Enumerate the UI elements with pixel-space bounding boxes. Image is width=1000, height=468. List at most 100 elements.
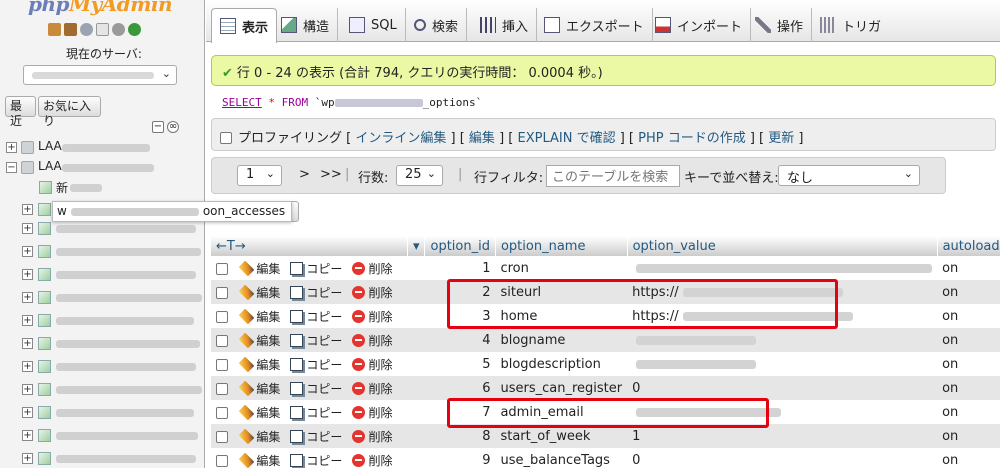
row-checkbox[interactable] xyxy=(216,406,228,419)
column-header-option_value[interactable]: option_value xyxy=(627,236,938,256)
server-select[interactable]: ⌄ xyxy=(23,65,177,85)
copy-row-button[interactable]: コピー xyxy=(290,261,342,276)
edit-row-button[interactable]: 編集 xyxy=(239,284,280,300)
inline-edit-link[interactable]: インライン編集 xyxy=(355,131,446,146)
cell-autoload[interactable]: on xyxy=(937,448,1000,468)
rows-per-page-select[interactable]: 25 ⌄ xyxy=(396,165,443,186)
cell-autoload[interactable]: on xyxy=(937,376,1000,400)
column-header-option_id[interactable]: option_id xyxy=(424,236,496,256)
help-icon[interactable] xyxy=(80,23,93,36)
tab-operations[interactable]: 操作 xyxy=(747,8,813,42)
tree-item-table[interactable]: + xyxy=(0,312,204,332)
delete-row-button[interactable]: 削除 xyxy=(352,261,392,276)
row-checkbox[interactable] xyxy=(216,382,228,395)
copy-row-button[interactable]: コピー xyxy=(290,309,342,324)
cell-autoload[interactable]: on xyxy=(937,304,1000,328)
logout-icon[interactable] xyxy=(64,23,77,36)
copy-row-button[interactable]: コピー xyxy=(290,381,342,396)
tree-item-table[interactable]: + xyxy=(0,243,204,263)
tree-item-db[interactable]: − LAA xyxy=(0,159,204,179)
tree-item-table[interactable]: + xyxy=(0,335,204,355)
docs-icon[interactable] xyxy=(96,23,109,36)
edit-row-button[interactable]: 編集 xyxy=(239,356,280,372)
copy-row-button[interactable]: コピー xyxy=(290,357,342,372)
row-checkbox[interactable] xyxy=(216,310,228,323)
column-header-autoload[interactable]: autoload xyxy=(937,236,1000,256)
expand-icon[interactable]: + xyxy=(22,269,33,280)
tab-sql[interactable]: SQL xyxy=(341,8,406,42)
expand-icon[interactable]: + xyxy=(22,315,33,326)
column-toggle-arrows[interactable]: ←T→ xyxy=(211,236,408,256)
delete-row-button[interactable]: 削除 xyxy=(352,453,392,468)
cell-autoload[interactable]: on xyxy=(937,400,1000,424)
reload-icon[interactable] xyxy=(128,23,141,36)
expand-icon[interactable]: + xyxy=(22,453,33,464)
tab-structure[interactable]: 構造 xyxy=(273,8,339,42)
home-icon[interactable] xyxy=(48,23,61,36)
edit-row-button[interactable]: 編集 xyxy=(239,380,280,396)
favorite-tables-button[interactable]: お気に入り xyxy=(38,96,101,128)
expand-icon[interactable]: + xyxy=(22,361,33,372)
next-page-button[interactable]: > xyxy=(299,167,310,182)
copy-row-button[interactable]: コピー xyxy=(290,405,342,420)
profiling-checkbox[interactable] xyxy=(220,132,232,144)
tab-browse[interactable]: 表示 xyxy=(211,8,278,43)
row-checkbox[interactable] xyxy=(216,334,228,347)
expand-icon[interactable]: + xyxy=(22,204,33,215)
cell-option_value[interactable]: 0 xyxy=(627,376,938,400)
expand-icon[interactable]: + xyxy=(22,407,33,418)
expand-icon[interactable]: + xyxy=(22,223,33,234)
page-select[interactable]: 1 ⌄ xyxy=(237,165,282,186)
tree-item-table[interactable]: + xyxy=(0,289,204,309)
tab-export[interactable]: エクスポート xyxy=(536,8,653,42)
delete-row-button[interactable]: 削除 xyxy=(352,405,392,420)
edit-row-button[interactable]: 編集 xyxy=(239,428,280,444)
cell-autoload[interactable]: on xyxy=(937,352,1000,376)
tree-item-table[interactable]: + xyxy=(0,381,204,401)
sort-by-key-select[interactable]: なし ⌄ xyxy=(778,165,920,186)
expand-icon[interactable]: + xyxy=(6,142,17,153)
row-checkbox[interactable] xyxy=(216,286,228,299)
cell-option_id[interactable]: 5 xyxy=(424,352,496,376)
delete-row-button[interactable]: 削除 xyxy=(352,285,392,300)
expand-icon[interactable]: + xyxy=(22,338,33,349)
refresh-link[interactable]: 更新 xyxy=(768,131,794,146)
expand-icon[interactable]: + xyxy=(22,430,33,441)
tree-item-table[interactable]: + xyxy=(0,358,204,378)
row-checkbox[interactable] xyxy=(216,262,228,275)
cell-autoload[interactable]: on xyxy=(937,424,1000,448)
tree-item-table[interactable]: + xyxy=(0,450,204,468)
create-php-code-link[interactable]: PHP コードの作成 xyxy=(638,131,746,146)
delete-row-button[interactable]: 削除 xyxy=(352,309,392,324)
row-checkbox[interactable] xyxy=(216,358,228,371)
collapse-all-icon[interactable]: − xyxy=(152,121,164,133)
edit-row-button[interactable]: 編集 xyxy=(239,404,280,420)
edit-row-button[interactable]: 編集 xyxy=(239,308,280,324)
edit-query-link[interactable]: 編集 xyxy=(469,131,495,146)
column-header-option_name[interactable]: option_name xyxy=(495,236,628,256)
expand-icon[interactable]: + xyxy=(22,246,33,257)
tab-import[interactable]: インポート xyxy=(647,8,752,42)
cell-autoload[interactable]: on xyxy=(937,328,1000,352)
expand-icon[interactable]: + xyxy=(22,384,33,395)
cell-option_id[interactable]: 9 xyxy=(424,448,496,468)
tab-triggers[interactable]: トリガ xyxy=(812,8,889,42)
row-checkbox[interactable] xyxy=(216,454,228,467)
tree-item-table[interactable]: + xyxy=(0,404,204,424)
collapse-icon[interactable]: − xyxy=(6,162,17,173)
delete-row-button[interactable]: 削除 xyxy=(352,429,392,444)
tree-item-table[interactable]: + xyxy=(0,220,204,240)
sort-arrow-icon[interactable]: ▾ xyxy=(407,236,426,256)
tree-item-table[interactable]: + xyxy=(0,427,204,447)
delete-row-button[interactable]: 削除 xyxy=(352,381,392,396)
tree-item-db[interactable]: + LAA xyxy=(0,139,204,159)
recent-tables-button[interactable]: 最近 xyxy=(5,96,36,128)
cell-option_name[interactable]: use_balanceTags xyxy=(495,448,628,468)
link-with-main-icon[interactable]: ∞ xyxy=(167,121,179,133)
edit-row-button[interactable]: 編集 xyxy=(239,332,280,348)
tab-search[interactable]: 検索 xyxy=(406,8,468,42)
row-filter-input[interactable] xyxy=(546,165,680,187)
explain-link[interactable]: EXPLAIN で確認 xyxy=(517,131,615,146)
cell-option_value[interactable]: 0 xyxy=(627,448,938,468)
cell-option_name[interactable]: blogdescription xyxy=(495,352,628,376)
